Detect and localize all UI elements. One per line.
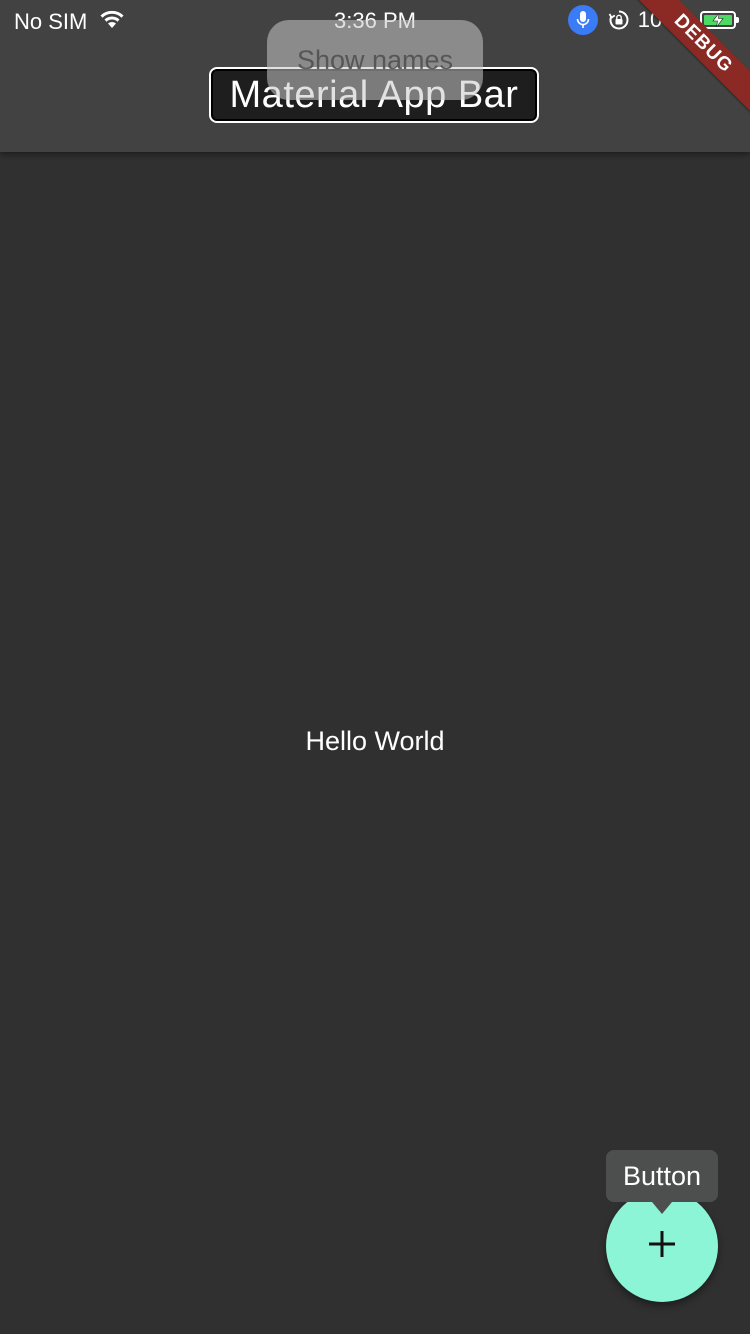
charging-bolt-icon xyxy=(712,13,724,27)
fab-tooltip: Button xyxy=(606,1150,718,1202)
rotation-lock-icon xyxy=(608,9,630,31)
hello-text: Hello World xyxy=(305,726,445,756)
plus-icon xyxy=(645,1227,679,1266)
show-names-overlay[interactable]: Show names xyxy=(267,20,483,100)
fab-tooltip-notch xyxy=(647,1196,677,1214)
microphone-icon xyxy=(567,5,598,35)
battery-cap xyxy=(736,17,739,23)
app-screen: Material App Bar No SIM 3:36 PM xyxy=(0,0,750,1334)
